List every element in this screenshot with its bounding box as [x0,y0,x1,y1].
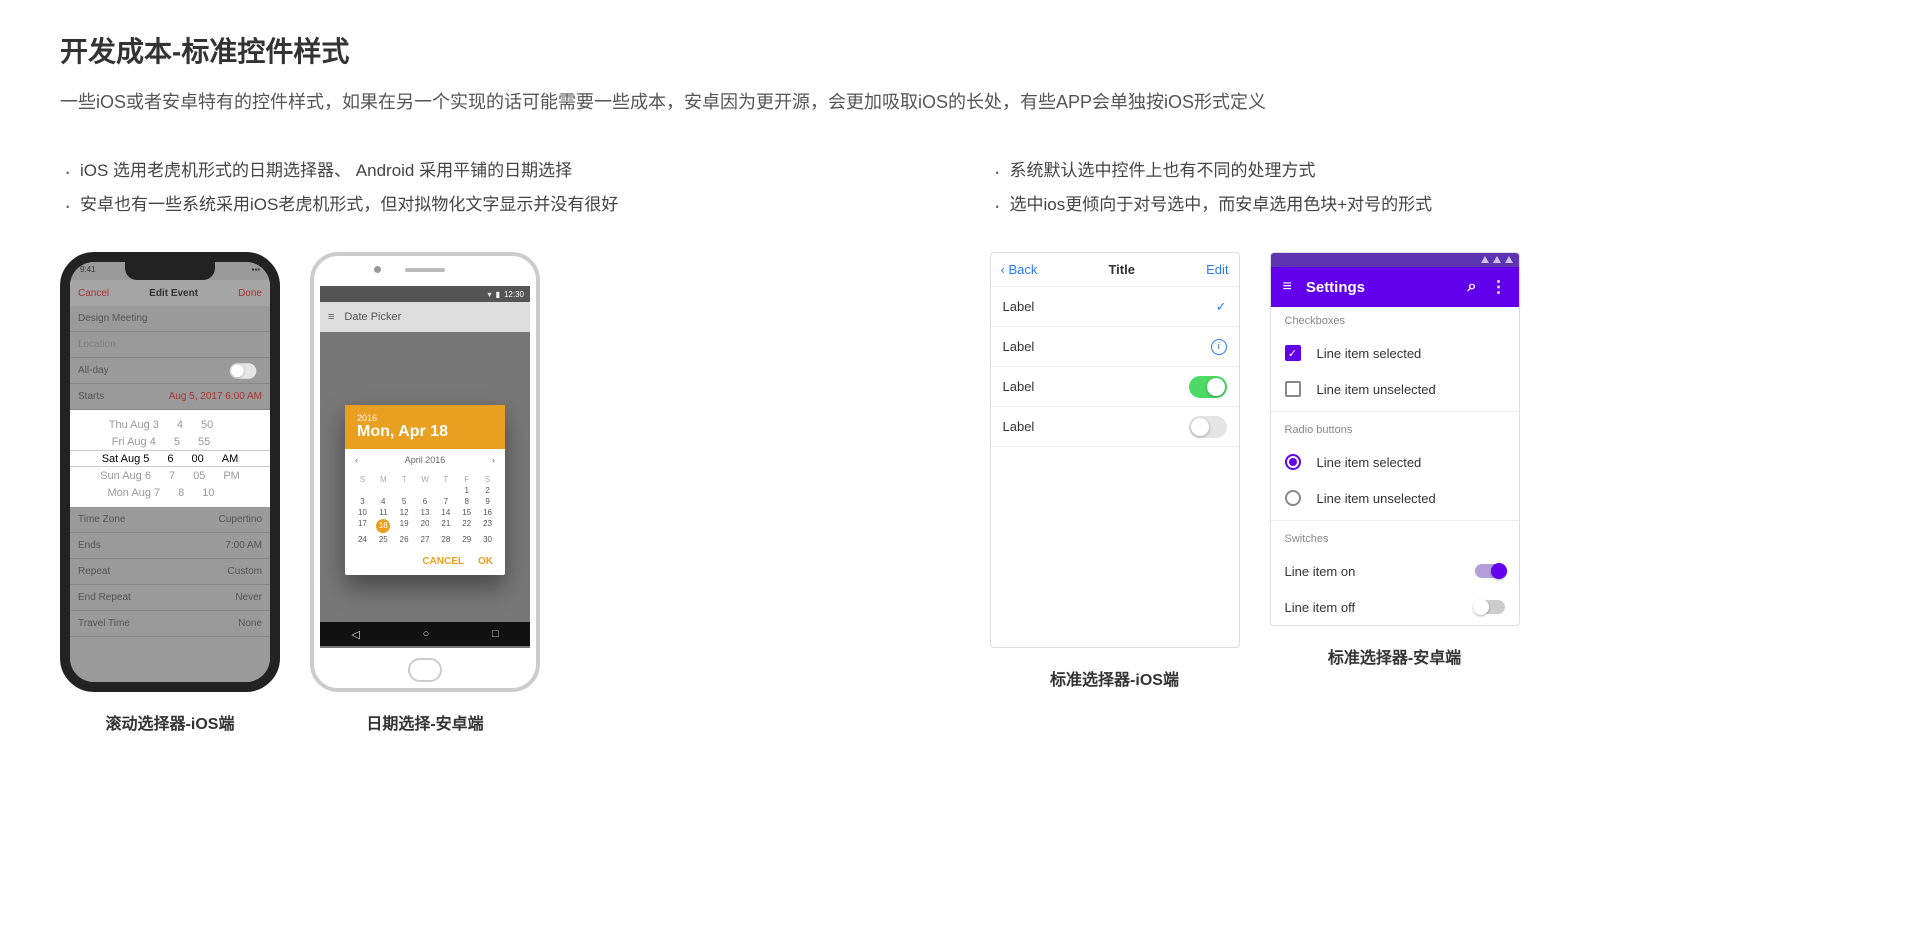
back-button[interactable]: ‹ Back [1001,262,1038,277]
switch-item[interactable]: Line item on [1271,553,1519,589]
material-appbar: ≡ Settings ⌕ ⋮ [1271,267,1519,307]
page-title: 开发成本-标准控件样式 [60,30,1859,70]
camera-dot [374,266,381,273]
caption: 标准选择器-iOS端 [1050,666,1179,690]
back-icon[interactable]: ◁ [351,628,359,641]
ios-list-panel: ‹ Back Title Edit Label✓ Labeli Label La… [990,252,1240,648]
bullet-item: iOS 选用老虎机形式的日期选择器、 Android 采用平铺的日期选择 [60,154,930,188]
bullet-item: 安卓也有一些系统采用iOS老虎机形式，但对拟物化文字显示并没有很好 [60,188,930,222]
checkbox-checked-icon[interactable]: ✓ [1285,345,1301,361]
android-status-bar: ▾▮12:30 [320,286,530,302]
calendar-headline: Mon, Apr 18 [357,423,493,441]
hamburger-icon[interactable]: ≡ [1283,278,1292,296]
allday-row[interactable]: All-day [70,358,270,384]
android-navbar: ◁ ○ □ [320,622,530,646]
list-item[interactable]: Label [991,367,1239,407]
list-row[interactable]: RepeatCustom [70,559,270,585]
location-row[interactable]: Location [70,332,270,358]
radio-item[interactable]: Line item unselected [1271,480,1519,516]
section-header: Switches [1271,525,1519,553]
list-item[interactable]: Label✓ [991,287,1239,327]
list-item[interactable]: Label [991,407,1239,447]
home-icon[interactable]: ○ [423,628,430,640]
switch-on[interactable] [1189,376,1227,398]
prev-month-icon[interactable]: ‹ [355,455,358,465]
info-icon[interactable]: i [1211,339,1227,355]
radio-checked-icon[interactable] [1285,454,1301,470]
calendar-dialog: 2016 Mon, Apr 18 ‹ April 2016 › SMTWTFS123… [345,405,505,575]
cancel-button[interactable]: CANCEL [422,556,464,567]
material-switch-on[interactable] [1475,564,1505,578]
cancel-button[interactable]: Cancel [78,288,109,299]
ios-navbar: Cancel Edit Event Done [70,280,270,306]
android-appbar: ≡Date Picker [320,302,530,332]
edit-button[interactable]: Edit [1206,262,1228,277]
caption: 日期选择-安卓端 [366,710,483,734]
list-row[interactable]: Travel TimeNone [70,611,270,637]
date-wheel-picker[interactable]: Thu Aug 3450 Fri Aug 4555 Sat Aug 5600AM… [70,410,270,507]
checkbox-item[interactable]: ✓Line item selected [1271,335,1519,371]
switch-item[interactable]: Line item off [1271,589,1519,625]
nav-title: Edit Event [149,288,198,299]
caption: 滚动选择器-iOS端 [106,710,235,734]
material-panel: ≡ Settings ⌕ ⋮ Checkboxes ✓Line item sel… [1270,252,1520,626]
left-bullets: iOS 选用老虎机形式的日期选择器、 Android 采用平铺的日期选择 安卓也… [60,154,930,222]
radio-unchecked-icon[interactable] [1285,490,1301,506]
allday-switch[interactable] [230,363,257,378]
list-row[interactable]: Ends7:00 AM [70,533,270,559]
next-month-icon[interactable]: › [492,455,495,465]
calendar-grid[interactable]: SMTWTFS123456789101112131415161718192021… [345,471,505,548]
panel-title: Title [1108,262,1135,277]
right-bullets: 系统默认选中控件上也有不同的处理方式 选中ios更倾向于对号选中，而安卓选用色块… [990,154,1860,222]
calendar-month: April 2016 [405,455,446,465]
section-header: Radio buttons [1271,416,1519,444]
switch-off[interactable] [1189,416,1227,438]
more-icon[interactable]: ⋮ [1491,277,1507,297]
home-button[interactable] [408,658,442,682]
speaker [405,268,445,272]
page-subtitle: 一些iOS或者安卓特有的控件样式，如果在另一个实现的话可能需要一些成本，安卓因为… [60,88,1859,114]
list-row[interactable]: Time ZoneCupertino [70,507,270,533]
list-item[interactable]: Labeli [991,327,1239,367]
iphone-mockup: 9:41 ▪▪▪ Cancel Edit Event Done Design M… [60,252,280,692]
event-title-row[interactable]: Design Meeting [70,306,270,332]
done-button[interactable]: Done [238,288,262,299]
left-column: iOS 选用老虎机形式的日期选择器、 Android 采用平铺的日期选择 安卓也… [60,154,930,734]
search-icon[interactable]: ⌕ [1468,278,1477,296]
right-column: 系统默认选中控件上也有不同的处理方式 选中ios更倾向于对号选中，而安卓选用色块… [990,154,1860,734]
checkbox-unchecked-icon[interactable] [1285,381,1301,397]
radio-item[interactable]: Line item selected [1271,444,1519,480]
recents-icon[interactable]: □ [492,628,499,640]
ok-button[interactable]: OK [478,556,493,567]
list-row[interactable]: End RepeatNever [70,585,270,611]
section-header: Checkboxes [1271,307,1519,335]
appbar-title: Settings [1306,279,1365,296]
status-time: 9:41 [80,265,96,277]
hamburger-icon[interactable]: ≡ [328,311,334,323]
starts-row[interactable]: StartsAug 5, 2017 6:00 AM [70,384,270,410]
material-statusbar [1271,253,1519,267]
checkmark-icon: ✓ [1216,299,1227,315]
checkbox-item[interactable]: Line item unselected [1271,371,1519,407]
calendar-year[interactable]: 2016 [357,413,493,423]
iphone-notch [125,262,215,280]
status-icons: ▪▪▪ [251,265,260,277]
bullet-item: 选中ios更倾向于对号选中，而安卓选用色块+对号的形式 [990,188,1860,222]
caption: 标准选择器-安卓端 [1328,644,1461,668]
ios-panel-navbar: ‹ Back Title Edit [991,253,1239,287]
android-mockup: ▾▮12:30 ≡Date Picker 2016 Mon, Apr 18 ‹ A… [310,252,540,692]
material-switch-off[interactable] [1475,600,1505,614]
bullet-item: 系统默认选中控件上也有不同的处理方式 [990,154,1860,188]
